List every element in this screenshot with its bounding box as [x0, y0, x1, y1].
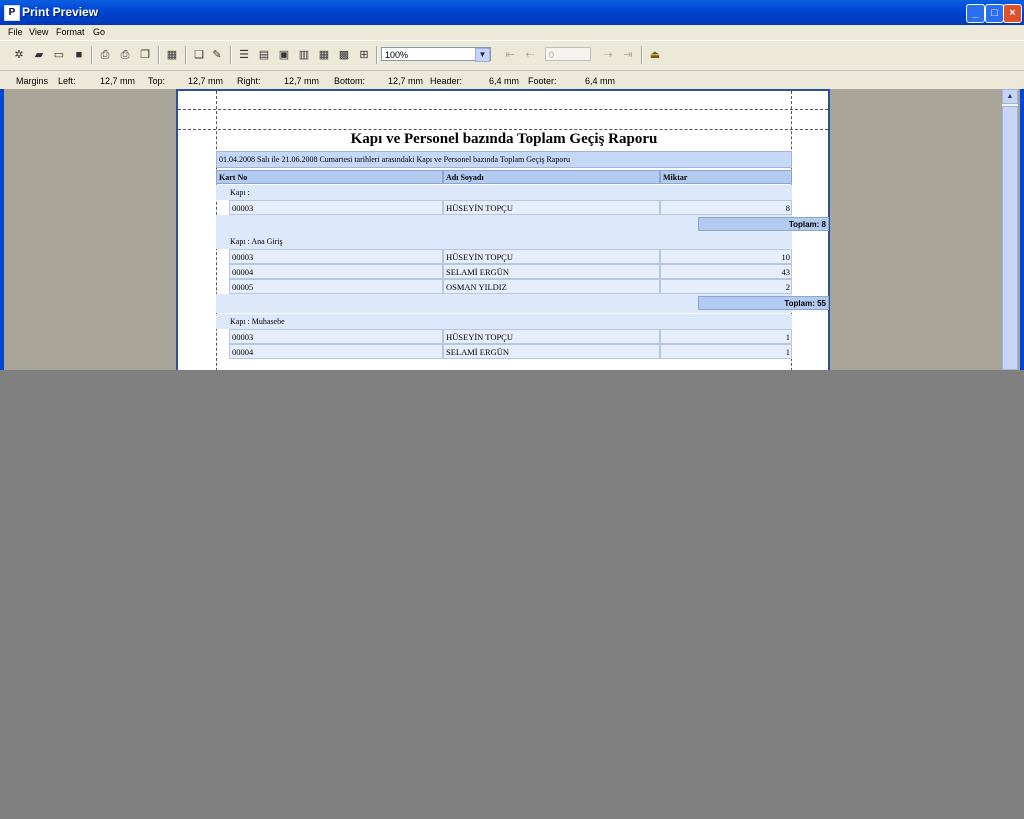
header-margin-label: Header:: [430, 76, 463, 86]
column-header-miktar: Miktar: [660, 170, 792, 184]
group-total-row: Toplam: 8: [216, 215, 829, 234]
table-cell-adi-soyadi: SELAMİ ERGÜN: [443, 264, 660, 279]
scroll-up-icon[interactable]: ▲: [1002, 89, 1018, 104]
toolbar-separator: [230, 46, 232, 64]
toolbar-separator: [641, 46, 643, 64]
left-margin-value[interactable]: 12,7 mm: [100, 76, 135, 86]
last-page-icon[interactable]: ⇥: [621, 48, 635, 62]
toolbar-separator: [376, 46, 378, 64]
zoom-value: 100%: [385, 50, 409, 60]
page-number-input[interactable]: 0: [545, 47, 591, 61]
chevron-down-icon[interactable]: ▼: [475, 48, 490, 62]
right-margin-value[interactable]: 12,7 mm: [284, 76, 319, 86]
toolbar-separator: [91, 46, 93, 64]
table-cell-miktar: 10: [660, 249, 792, 264]
footer-margin-value[interactable]: 6,4 mm: [585, 76, 615, 86]
page-width-icon[interactable]: ▣: [277, 48, 291, 62]
group-header: Kapı :: [216, 185, 792, 200]
table-cell-miktar: 8: [660, 200, 792, 215]
scrollbar-thumb[interactable]: [1002, 106, 1018, 370]
maximize-button[interactable]: □: [985, 4, 1004, 23]
page-setup-icon[interactable]: ❏: [192, 48, 206, 62]
table-cell-miktar: 1: [660, 329, 792, 344]
quick-print-icon[interactable]: ⎙: [118, 48, 132, 62]
first-page-icon[interactable]: ⇤: [503, 48, 517, 62]
group-total: Toplam: 8: [698, 217, 829, 231]
report-subtitle: 01.04.2008 Salı ile 21.06.2008 Cumartesi…: [216, 151, 792, 168]
book-icon[interactable]: ❐: [138, 48, 152, 62]
group-header: Kapı : Ana Giriş: [216, 234, 792, 249]
table-cell-adi-soyadi: HÜSEYİN TOPÇU: [443, 329, 660, 344]
table-cell-kart-no: 00005: [229, 279, 443, 294]
one-page-icon[interactable]: ☰: [237, 48, 251, 62]
file-icon[interactable]: ▭: [52, 48, 66, 62]
right-margin-label: Right:: [237, 76, 261, 86]
top-margin-label: Top:: [148, 76, 166, 86]
menu-bar: File View Format Go: [0, 25, 1024, 40]
table-cell-kart-no: 00003: [229, 249, 443, 264]
minimize-button[interactable]: _: [966, 4, 985, 23]
left-margin-label: Left:: [58, 76, 76, 86]
footer-margin-label: Footer:: [528, 76, 557, 86]
multiple-pages-icon[interactable]: ▦: [317, 48, 331, 62]
close-button[interactable]: ×: [1003, 4, 1022, 23]
table-cell-kart-no: 00003: [229, 200, 443, 215]
app-icon: P: [4, 5, 20, 21]
menu-file[interactable]: File: [8, 27, 23, 37]
thumbnails-icon[interactable]: ▩: [337, 48, 351, 62]
menu-format[interactable]: Format: [56, 27, 85, 37]
column-header-kart-no: Kart No: [216, 170, 443, 184]
two-pages-icon[interactable]: ▤: [257, 48, 271, 62]
whole-page-icon[interactable]: ▥: [297, 48, 311, 62]
menu-go[interactable]: Go: [93, 27, 105, 37]
table-cell-adi-soyadi: HÜSEYİN TOPÇU: [443, 249, 660, 264]
header-margin-guide: [178, 109, 828, 110]
margins-bar: Margins Left: 12,7 mm Top: 12,7 mm Right…: [0, 70, 1024, 89]
title-bar: P Print Preview _ □ ×: [0, 0, 1024, 25]
top-margin-guide: [178, 129, 828, 130]
table-cell-adi-soyadi: SELAMİ ERGÜN: [443, 344, 660, 359]
table-cell-kart-no: 00004: [229, 264, 443, 279]
exit-icon[interactable]: ⏏: [648, 48, 662, 62]
open-folder-icon[interactable]: ▰: [32, 48, 46, 62]
table-cell-miktar: 43: [660, 264, 792, 279]
calculator-icon[interactable]: ▦: [165, 48, 179, 62]
toolbar: ✲ ▰ ▭ ■ ⎙ ⎙ ❐ ▦ ❏ ✎ ☰ ▤ ▣ ▥ ▦ ▩ ⊞ ⇤ ⇠ ⇢ …: [0, 40, 1024, 70]
table-cell-kart-no: 00004: [229, 344, 443, 359]
bottom-margin-label: Bottom:: [334, 76, 366, 86]
window-title: Print Preview: [22, 5, 99, 19]
preview-page: Kapı ve Personel bazında Toplam Geçiş Ra…: [176, 89, 830, 370]
margins-label: Margins: [16, 76, 49, 86]
table-cell-adi-soyadi: OSMAN YILDIZ: [443, 279, 660, 294]
top-margin-value[interactable]: 12,7 mm: [188, 76, 223, 86]
table-cell-miktar: 2: [660, 279, 792, 294]
group-total: Toplam: 55: [698, 296, 829, 310]
watermark-icon[interactable]: ✎: [210, 48, 224, 62]
group-header: Kapı : Muhasebe: [216, 314, 792, 329]
header-margin-value[interactable]: 6,4 mm: [489, 76, 519, 86]
previous-page-icon[interactable]: ⇠: [523, 48, 537, 62]
settings-icon[interactable]: ✲: [12, 48, 26, 62]
print-preview-window: P Print Preview _ □ × File View Format G…: [0, 0, 1024, 370]
table-cell-adi-soyadi: HÜSEYİN TOPÇU: [443, 200, 660, 215]
table-cell-kart-no: 00003: [229, 329, 443, 344]
toolbar-separator: [185, 46, 187, 64]
vertical-scrollbar[interactable]: ▲: [1002, 89, 1018, 370]
print-icon[interactable]: ⎙: [98, 48, 112, 62]
group-total-row: Toplam: 55: [216, 294, 829, 313]
column-header-adi-soyadi: Adı Soyadı: [443, 170, 660, 184]
next-page-icon[interactable]: ⇢: [601, 48, 615, 62]
table-cell-miktar: 1: [660, 344, 792, 359]
zoom-select[interactable]: 100% ▼: [381, 47, 491, 62]
zoom-icon[interactable]: ⊞: [357, 48, 371, 62]
toolbar-separator: [158, 46, 160, 64]
menu-view[interactable]: View: [29, 27, 48, 37]
bottom-margin-value[interactable]: 12,7 mm: [388, 76, 423, 86]
save-icon[interactable]: ■: [72, 48, 86, 62]
report-title: Kapı ve Personel bazında Toplam Geçiş Ra…: [350, 131, 658, 147]
